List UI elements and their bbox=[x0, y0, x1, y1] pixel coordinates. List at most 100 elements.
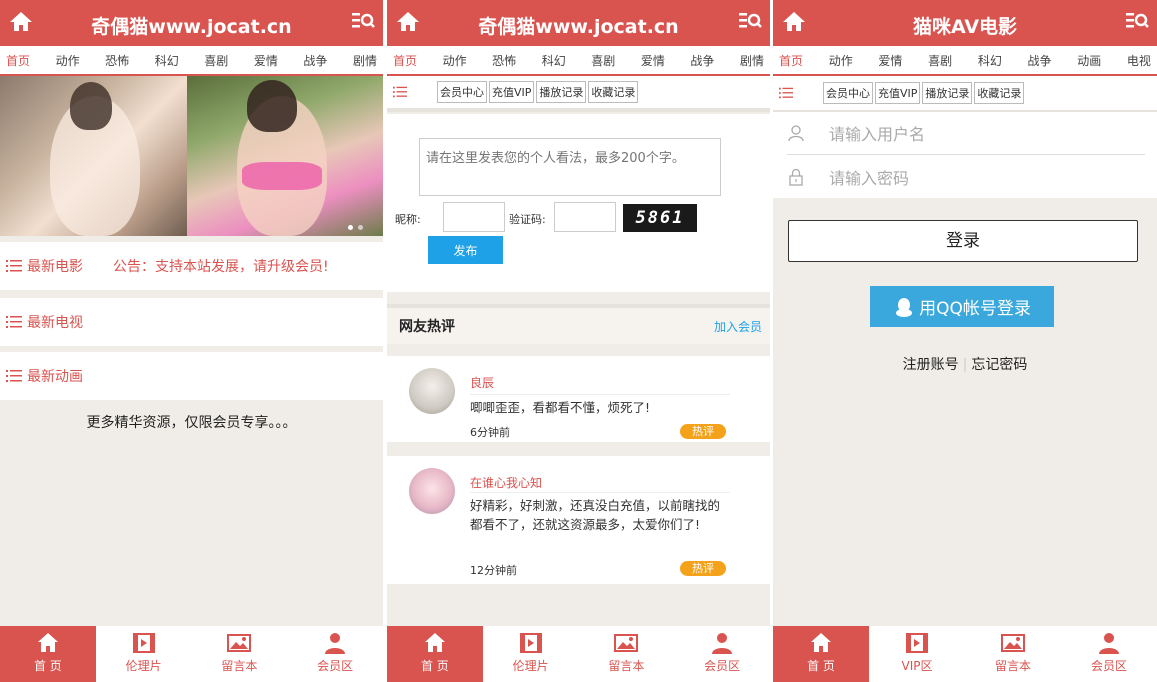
play-history-button[interactable]: 播放记录 bbox=[536, 81, 587, 103]
banner-image[interactable] bbox=[187, 76, 383, 236]
comment-time: 6分钟前 bbox=[470, 426, 510, 439]
panel-guestbook: 奇偶猫www.jocat.cn 首页 动作 恐怖 科幻 喜剧 爱情 战争 剧情 … bbox=[387, 0, 770, 682]
tab-home[interactable]: 首 页 bbox=[773, 626, 869, 682]
favorites-button[interactable]: 收藏记录 bbox=[588, 81, 639, 103]
category-nav: 首页 动作 爱情 喜剧 科幻 战争 动画 电视 bbox=[773, 46, 1157, 76]
nav-item[interactable]: 电视 bbox=[1127, 52, 1151, 69]
top-bar: 奇偶猫www.jocat.cn bbox=[387, 0, 770, 46]
nav-item[interactable]: 科幻 bbox=[978, 52, 1002, 69]
site-title: 奇偶猫www.jocat.cn bbox=[478, 16, 679, 38]
link-separator: | bbox=[962, 357, 968, 373]
tab-guestbook[interactable]: 留言本 bbox=[579, 626, 675, 682]
comment-author[interactable]: 良辰 bbox=[470, 374, 494, 391]
section-latest-tv[interactable]: 最新电视 bbox=[0, 298, 383, 346]
home-icon bbox=[424, 633, 445, 652]
search-menu-icon[interactable] bbox=[351, 9, 375, 33]
banner-slider[interactable] bbox=[0, 76, 383, 236]
member-center-button[interactable]: 会员中心 bbox=[437, 81, 487, 103]
comment-textarea[interactable] bbox=[419, 138, 721, 196]
nav-item[interactable]: 爱情 bbox=[641, 52, 665, 69]
nickname-label: 昵称: bbox=[395, 213, 421, 226]
login-button[interactable]: 登录 bbox=[788, 220, 1138, 262]
nav-item[interactable]: 战争 bbox=[1028, 52, 1052, 69]
nav-item[interactable]: 首页 bbox=[393, 52, 417, 69]
play-history-button[interactable]: 播放记录 bbox=[922, 82, 973, 104]
tab-member[interactable]: 会员区 bbox=[1061, 626, 1157, 682]
avatar bbox=[409, 368, 455, 414]
nav-item[interactable]: 剧情 bbox=[740, 52, 764, 69]
lock-icon bbox=[789, 168, 803, 186]
favorites-button[interactable]: 收藏记录 bbox=[974, 82, 1025, 104]
nav-item[interactable]: 剧情 bbox=[353, 52, 377, 69]
bottom-tab-bar: 首 页 伦理片 留言本 会员区 bbox=[0, 626, 383, 682]
tab-guestbook[interactable]: 留言本 bbox=[192, 626, 288, 682]
nav-item[interactable]: 恐怖 bbox=[105, 52, 129, 69]
slider-dots[interactable] bbox=[348, 225, 363, 230]
section-label[interactable]: 最新电影 bbox=[27, 256, 83, 276]
register-link[interactable]: 注册账号 bbox=[903, 357, 959, 373]
captcha-image[interactable]: 5861 bbox=[623, 204, 697, 232]
section-latest-movies[interactable]: 最新电影 公告：支持本站发展，请升级会员! bbox=[0, 242, 383, 290]
nav-item[interactable]: 战争 bbox=[303, 52, 327, 69]
section-label[interactable]: 最新动画 bbox=[27, 366, 83, 386]
recharge-vip-button[interactable]: 充值VIP bbox=[875, 82, 921, 104]
tab-label: 留言本 bbox=[994, 659, 1031, 673]
user-icon bbox=[712, 633, 733, 654]
banner-image[interactable] bbox=[0, 76, 187, 236]
tab-guestbook[interactable]: 留言本 bbox=[965, 626, 1061, 682]
username-field[interactable]: 请输入用户名 bbox=[787, 112, 1145, 155]
panel-login: 猫咪AV电影 首页 动作 爱情 喜剧 科幻 战争 动画 电视 会员中心 充值VI… bbox=[773, 0, 1157, 682]
captcha-label: 验证码: bbox=[509, 213, 546, 226]
tab-label: 首 页 bbox=[33, 659, 62, 673]
publish-button[interactable]: 发布 bbox=[428, 236, 503, 264]
nav-item[interactable]: 恐怖 bbox=[492, 52, 516, 69]
tab-ethics-films[interactable]: 伦理片 bbox=[483, 626, 579, 682]
captcha-input[interactable] bbox=[554, 202, 616, 232]
tab-member[interactable]: 会员区 bbox=[287, 626, 383, 682]
film-icon bbox=[519, 633, 542, 653]
nav-item[interactable]: 喜剧 bbox=[928, 52, 952, 69]
tab-label: 会员区 bbox=[1090, 659, 1127, 673]
panel-home: 奇偶猫www.jocat.cn 首页 动作 恐怖 科幻 喜剧 爱情 战争 剧情 … bbox=[0, 0, 383, 682]
nav-item[interactable]: 战争 bbox=[690, 52, 714, 69]
nickname-input[interactable] bbox=[443, 202, 505, 232]
nav-item[interactable]: 科幻 bbox=[155, 52, 179, 69]
category-nav: 首页 动作 恐怖 科幻 喜剧 爱情 战争 剧情 bbox=[0, 46, 383, 76]
recharge-vip-button[interactable]: 充值VIP bbox=[489, 81, 535, 103]
section-label[interactable]: 最新电视 bbox=[27, 312, 83, 332]
search-menu-icon[interactable] bbox=[738, 9, 762, 33]
tab-member[interactable]: 会员区 bbox=[674, 626, 770, 682]
picture-icon bbox=[227, 634, 252, 652]
picture-icon bbox=[1001, 634, 1025, 652]
username-placeholder: 请输入用户名 bbox=[829, 125, 926, 144]
member-center-button[interactable]: 会员中心 bbox=[823, 82, 873, 104]
nav-item[interactable]: 科幻 bbox=[542, 52, 566, 69]
member-subnav: 会员中心 充值VIP 播放记录 收藏记录 bbox=[773, 76, 1157, 112]
forgot-password-link[interactable]: 忘记密码 bbox=[971, 357, 1027, 373]
section-latest-anime[interactable]: 最新动画 bbox=[0, 352, 383, 400]
list-icon[interactable] bbox=[393, 85, 407, 99]
tab-ethics-films[interactable]: 伦理片 bbox=[96, 626, 192, 682]
nav-item[interactable]: 首页 bbox=[779, 52, 803, 69]
join-member-link[interactable]: 加入会员 bbox=[714, 318, 762, 335]
search-menu-icon[interactable] bbox=[1125, 9, 1149, 33]
nav-item[interactable]: 动画 bbox=[1077, 52, 1101, 69]
password-field[interactable]: 请输入密码 bbox=[787, 155, 1145, 198]
comment-author[interactable]: 在谁心我心知 bbox=[470, 474, 542, 491]
tab-home[interactable]: 首 页 bbox=[387, 626, 483, 682]
comment-form: 昵称: 验证码: 5861 发布 bbox=[387, 114, 770, 292]
nav-item[interactable]: 动作 bbox=[56, 52, 80, 69]
nav-item[interactable]: 喜剧 bbox=[591, 52, 615, 69]
tab-home[interactable]: 首 页 bbox=[0, 626, 96, 682]
nav-item[interactable]: 喜剧 bbox=[204, 52, 228, 69]
nav-item[interactable]: 动作 bbox=[443, 52, 467, 69]
nav-item[interactable]: 动作 bbox=[829, 52, 853, 69]
list-icon[interactable] bbox=[779, 86, 793, 100]
nav-item[interactable]: 爱情 bbox=[878, 52, 902, 69]
tab-vip[interactable]: VIP区 bbox=[869, 626, 965, 682]
nav-item[interactable]: 首页 bbox=[6, 52, 30, 69]
qq-login-button[interactable]: 用QQ帐号登录 bbox=[870, 286, 1054, 327]
nav-item[interactable]: 爱情 bbox=[254, 52, 278, 69]
comment-text: 好精彩，好刺激，还真没白充值，以前瞎找的都看不了，还就这资源最多，太爱你们了! bbox=[470, 498, 721, 532]
tab-label: 首 页 bbox=[807, 659, 835, 673]
